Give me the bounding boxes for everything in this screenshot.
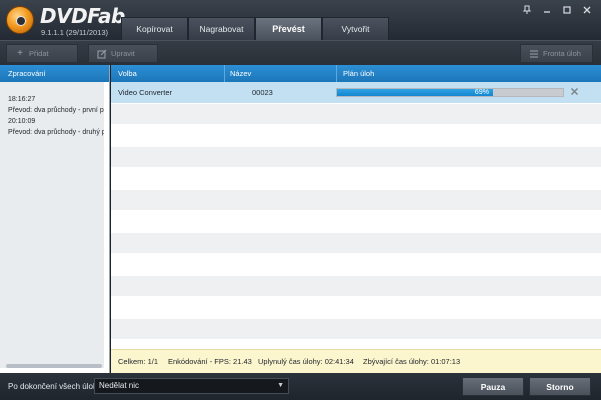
table-row xyxy=(111,318,601,340)
mode-tabs: Kopírovat Nagrabovat Převést Vytvořit xyxy=(121,17,389,40)
task-progress-label: 69% xyxy=(474,89,489,96)
log-line: Převod: dva průchody - druhý průc xyxy=(8,129,104,136)
processing-panel: Zpracování 18:16:27 Převod: dva průchody… xyxy=(0,65,110,373)
dvdfab-logo-icon xyxy=(6,6,34,34)
task-panel: Volba Název Plán úloh Video Converter 00… xyxy=(111,65,601,373)
table-row xyxy=(111,275,601,297)
log-line: 18:16:27 xyxy=(8,96,36,103)
log-horizontal-scrollbar[interactable] xyxy=(6,364,102,368)
close-icon[interactable] xyxy=(581,5,593,17)
tab-nagrabovat[interactable]: Nagrabovat xyxy=(188,17,255,40)
status-remaining: Zbývající čas úlohy: 01:07:13 xyxy=(363,357,461,366)
column-header-option[interactable]: Volba xyxy=(118,65,137,82)
table-row xyxy=(111,146,601,168)
table-row xyxy=(111,125,601,147)
table-row xyxy=(111,189,601,211)
column-divider xyxy=(336,65,337,82)
toolbar: + Přidat Upravit Fronta úloh xyxy=(0,40,601,65)
processing-header: Zpracování xyxy=(0,65,109,82)
minimize-icon[interactable] xyxy=(541,5,553,17)
tab-kopirovat[interactable]: Kopírovat xyxy=(121,17,188,40)
app-version: 9.1.1.1 (29/11/2013) xyxy=(41,28,108,37)
log-line: 20:10:09 xyxy=(8,118,36,125)
task-table-header: Volba Název Plán úloh xyxy=(111,65,601,82)
encoding-status-bar: Celkem: 1/1 Enkódování - FPS: 21.43 Uply… xyxy=(111,349,601,373)
table-row xyxy=(111,103,601,125)
remove-task-icon[interactable] xyxy=(569,87,580,98)
edit-button[interactable]: Upravit xyxy=(88,44,158,63)
column-header-name[interactable]: Název xyxy=(230,65,251,82)
task-queue-button[interactable]: Fronta úloh xyxy=(520,44,593,63)
status-total: Celkem: 1/1 xyxy=(118,357,159,366)
status-elapsed: Uplynulý čas úlohy: 02:41:34 xyxy=(258,357,354,366)
app-name: DVDFab xyxy=(40,4,125,28)
task-option: Video Converter xyxy=(118,88,173,97)
status-fps: Enkódování - FPS: 21.43 xyxy=(168,357,252,366)
task-name: 00023 xyxy=(252,88,273,97)
pause-button[interactable]: Pauza xyxy=(462,377,524,396)
chevron-down-icon: ▼ xyxy=(277,382,284,389)
edit-icon xyxy=(97,49,107,59)
table-row[interactable]: Video Converter 00023 69% xyxy=(111,82,601,104)
window-controls xyxy=(521,5,593,17)
task-table-body: Video Converter 00023 69% xyxy=(111,82,601,347)
tab-vytvorit[interactable]: Vytvořit xyxy=(322,17,389,40)
tab-prevest[interactable]: Převést xyxy=(255,17,322,40)
cancel-button[interactable]: Storno xyxy=(529,377,591,396)
after-completion-value: Nedělat nic xyxy=(99,381,140,390)
table-row xyxy=(111,211,601,233)
table-row xyxy=(111,297,601,319)
title-bar: DVDFab 9.1.1.1 (29/11/2013) Kopírovat Na… xyxy=(0,0,601,40)
table-row xyxy=(111,254,601,276)
plus-icon: + xyxy=(17,47,23,59)
after-completion-select[interactable]: Nedělat nic ▼ xyxy=(94,378,289,394)
after-completion-label: Po dokončení všech úloh: xyxy=(8,382,100,391)
log-line: Převod: dva průchody - první průc xyxy=(8,107,104,114)
add-button[interactable]: + Přidat xyxy=(6,44,78,63)
task-progress-bar: 69% xyxy=(336,88,564,97)
column-header-task-plan[interactable]: Plán úloh xyxy=(343,65,374,82)
pin-icon[interactable] xyxy=(521,5,533,17)
list-icon xyxy=(529,49,539,59)
table-row xyxy=(111,232,601,254)
processing-log[interactable]: 18:16:27 Převod: dva průchody - první pr… xyxy=(0,82,104,368)
edit-button-label: Upravit xyxy=(111,49,135,58)
maximize-icon[interactable] xyxy=(561,5,573,17)
add-button-label: Přidat xyxy=(29,49,49,58)
bottom-bar: Po dokončení všech úloh: Nedělat nic ▼ P… xyxy=(0,373,601,400)
table-row xyxy=(111,168,601,190)
task-queue-label: Fronta úloh xyxy=(543,49,581,58)
column-divider xyxy=(224,65,225,82)
